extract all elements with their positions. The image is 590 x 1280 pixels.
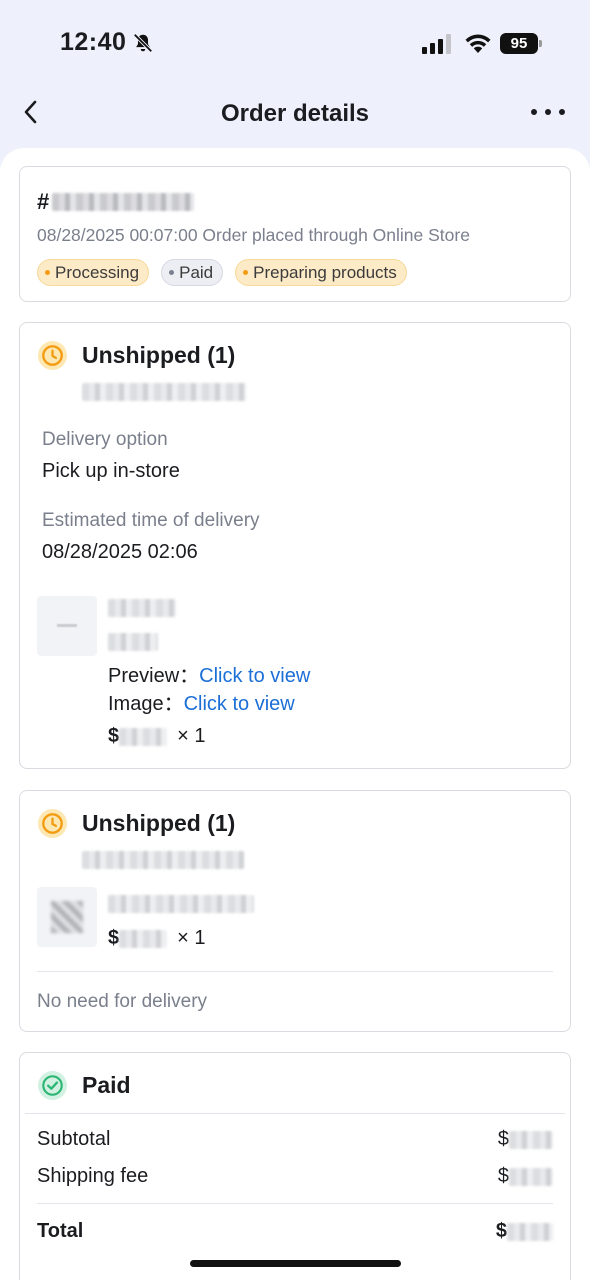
bell-off-icon bbox=[133, 33, 153, 53]
status-badge-preparing: Preparing products bbox=[235, 259, 407, 286]
image-link[interactable]: Click to view bbox=[184, 693, 295, 715]
nav-bar: Order details bbox=[0, 90, 590, 145]
item-quantity: × 1 bbox=[177, 927, 206, 949]
status-badge-paid: Paid bbox=[161, 259, 224, 286]
currency-symbol: $ bbox=[495, 1220, 507, 1242]
redacted-product-name bbox=[108, 599, 176, 617]
shipping-fee-row: Shipping fee $ bbox=[37, 1165, 553, 1188]
shipment-card-2: Unshipped (1) $ × 1 No need for delivery bbox=[19, 790, 571, 1032]
image-label: Image： bbox=[108, 693, 184, 715]
shipment-title: Unshipped (1) bbox=[82, 810, 236, 836]
payment-header: Paid bbox=[37, 1070, 131, 1101]
currency-symbol: $ bbox=[108, 725, 120, 747]
delivery-option-value: Pick up in-store bbox=[42, 460, 180, 482]
status-badge-processing: Processing bbox=[37, 259, 150, 286]
status-badge-label: Paid bbox=[179, 262, 214, 282]
check-circle-icon bbox=[37, 1070, 68, 1101]
divider bbox=[37, 971, 553, 972]
redacted-price bbox=[119, 727, 168, 746]
clock-icon bbox=[37, 340, 68, 371]
redacted-amount bbox=[509, 1167, 553, 1186]
item-quantity: × 1 bbox=[177, 725, 206, 747]
redacted-pickup-location bbox=[82, 851, 244, 869]
clock-icon bbox=[37, 808, 68, 839]
home-indicator[interactable] bbox=[190, 1260, 401, 1267]
image-row: Image：Click to view bbox=[108, 687, 295, 716]
total-row: Total $ bbox=[37, 1220, 553, 1243]
total-value: $ bbox=[496, 1220, 553, 1243]
status-tags: Processing Paid Preparing products bbox=[37, 259, 407, 286]
eta-label: Estimated time of delivery bbox=[42, 510, 260, 531]
preview-label: Preview： bbox=[108, 665, 200, 687]
preview-link[interactable]: Click to view bbox=[199, 665, 310, 687]
delivery-option-label: Delivery option bbox=[42, 429, 168, 450]
status-dot bbox=[243, 270, 249, 275]
product-thumbnail[interactable] bbox=[37, 596, 97, 656]
redacted-price bbox=[119, 929, 168, 948]
status-time: 12:40 bbox=[60, 28, 127, 56]
currency-symbol: $ bbox=[497, 1128, 509, 1150]
eta-value: 08/28/2025 02:06 bbox=[42, 541, 198, 563]
divider bbox=[25, 1113, 565, 1114]
subtotal-value: $ bbox=[498, 1128, 553, 1151]
preview-row: Preview：Click to view bbox=[108, 659, 310, 688]
wifi-icon bbox=[465, 34, 491, 53]
divider bbox=[37, 1203, 553, 1204]
redacted-pickup-location bbox=[82, 383, 246, 401]
status-dot bbox=[45, 270, 50, 275]
redacted-product-variant bbox=[108, 633, 158, 651]
redacted-product-name bbox=[108, 895, 254, 913]
subtotal-label: Subtotal bbox=[37, 1128, 111, 1150]
signal-icon bbox=[422, 34, 451, 54]
product-thumbnail[interactable] bbox=[37, 887, 97, 947]
currency-symbol: $ bbox=[497, 1165, 509, 1187]
status-badge-label: Preparing products bbox=[253, 262, 397, 282]
status-dot bbox=[169, 270, 175, 275]
shipping-fee-value: $ bbox=[498, 1165, 553, 1188]
status-badge-label: Processing bbox=[55, 262, 140, 282]
content-sheet: # 08/28/2025 00:07:00 Order placed throu… bbox=[0, 148, 590, 1280]
item-price-row: $ × 1 bbox=[108, 725, 205, 748]
shipping-fee-label: Shipping fee bbox=[37, 1165, 149, 1187]
subtotal-row: Subtotal $ bbox=[37, 1128, 553, 1151]
item-price-row: $ × 1 bbox=[108, 927, 205, 950]
page-title: Order details bbox=[220, 100, 370, 127]
order-number: # bbox=[37, 189, 195, 215]
shipment-header: Unshipped (1) bbox=[37, 340, 235, 371]
order-summary-card: # 08/28/2025 00:07:00 Order placed throu… bbox=[19, 166, 571, 302]
currency-symbol: $ bbox=[108, 927, 120, 949]
more-horizontal-icon[interactable] bbox=[528, 102, 568, 122]
shipment-header: Unshipped (1) bbox=[37, 808, 235, 839]
total-label: Total bbox=[37, 1220, 84, 1242]
shipment-title: Unshipped (1) bbox=[82, 342, 236, 368]
status-bar: 12:40 95 bbox=[0, 0, 590, 90]
order-placed-text: 08/28/2025 00:07:00 Order placed through… bbox=[37, 225, 470, 245]
shipment-card-1: Unshipped (1) Delivery option Pick up in… bbox=[19, 322, 571, 769]
redacted-order-number bbox=[52, 193, 195, 211]
payment-card: Paid Subtotal $ Shipping fee $ Total $ bbox=[19, 1052, 571, 1280]
order-number-prefix: # bbox=[37, 189, 50, 214]
payment-title: Paid bbox=[82, 1072, 131, 1098]
battery-icon: 95 bbox=[500, 33, 542, 54]
redacted-amount bbox=[507, 1222, 553, 1241]
no-delivery-note: No need for delivery bbox=[37, 991, 208, 1012]
redacted-amount bbox=[509, 1130, 553, 1149]
